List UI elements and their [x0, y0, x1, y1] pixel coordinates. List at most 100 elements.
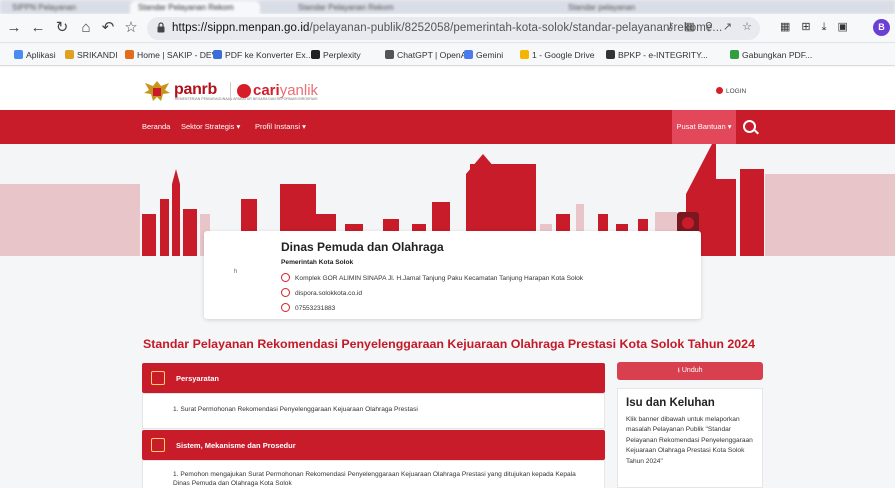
- home-icon[interactable]: ⌂: [76, 18, 96, 38]
- nav-beranda[interactable]: Beranda: [142, 122, 170, 131]
- address-row: Komplek GOR ALIMIN SINAPA Jl. H.Jamal Ta…: [281, 273, 583, 282]
- url-text: https://sippn.menpan.go.id/pelayanan-pub…: [172, 22, 722, 34]
- bookmark-favicon-icon: [14, 50, 23, 59]
- search-icon[interactable]: [743, 120, 756, 133]
- list-item: 1. Surat Permohonan Rekomendasi Penyelen…: [173, 406, 418, 413]
- nav-sektor-strategis[interactable]: Sektor Strategis ▾: [181, 122, 240, 131]
- main-nav: Beranda Sektor Strategis ▾ Profil Instan…: [0, 110, 895, 144]
- agency-name: Dinas Pemuda dan Olahraga: [281, 240, 444, 254]
- logo-yanlik: yanlik: [279, 82, 319, 99]
- logo-cari: cari: [253, 82, 280, 99]
- bookmark-favicon-icon: [730, 50, 739, 59]
- lock-icon: [157, 22, 165, 33]
- bookmarks-bar: Aplikasi SRIKANDI Home | SAKIP - DEV PDF ke…: [0, 44, 895, 66]
- issue-title: Isu dan Keluhan: [626, 397, 715, 409]
- tab-strip: SIPPN Pelayanan Standar Pelayanan Rekom …: [0, 0, 895, 14]
- bookmark-label: Perplexity: [323, 50, 361, 60]
- section-title: Sistem, Mekanisme dan Prosedur: [176, 441, 296, 450]
- extension-icon[interactable]: ▦: [780, 21, 790, 33]
- site-header: panrb KEMENTERIAN PENDAYAGUNAAN APARATUR…: [0, 67, 895, 110]
- bookmark-label: ChatGPT | OpenAI: [397, 50, 469, 60]
- profile-avatar[interactable]: B: [873, 19, 890, 36]
- address-bar[interactable]: https://sippn.menpan.go.id/pelayanan-pub…: [147, 17, 760, 40]
- bookmark-favicon-icon: [385, 50, 394, 59]
- url-host: https://sippn.menpan.go.id: [172, 22, 310, 34]
- bookmark-item[interactable]: PDF ke Konverter Ex...: [213, 50, 313, 60]
- garuda-logo-icon: [144, 81, 170, 101]
- bookmark-favicon-icon: [213, 50, 222, 59]
- nav-profil-instansi[interactable]: Profil Instansi ▾: [255, 122, 306, 131]
- agency-parent: Pemerintah Kota Solok: [281, 259, 354, 266]
- document-icon: [151, 371, 165, 385]
- bookmark-item[interactable]: SRIKANDI: [65, 50, 118, 60]
- cariyanlik-logo[interactable]: cariyanlik: [253, 82, 318, 99]
- bookmark-item[interactable]: 1 - Google Drive: [520, 50, 595, 60]
- issue-complaint-card: Isu dan Keluhan Klik banner dibawah untu…: [617, 388, 763, 488]
- sidepanel-icon[interactable]: ▣: [838, 21, 848, 33]
- bookmark-label: BPKP - e-INTEGRITY...: [618, 50, 708, 60]
- browser-tab[interactable]: Standar Pelayanan Rekom: [290, 1, 430, 14]
- phone-icon: [281, 303, 290, 312]
- flow-icon: [151, 438, 165, 452]
- bookmark-favicon-icon: [464, 50, 473, 59]
- bookmark-favicon-icon: [311, 50, 320, 59]
- bookmark-label: Home | SAKIP - DEV: [137, 50, 218, 60]
- browser-window: SIPPN Pelayanan Standar Pelayanan Rekom …: [0, 0, 895, 488]
- back-icon[interactable]: ←: [28, 18, 48, 38]
- globe-icon: [281, 288, 290, 297]
- cariyanlik-logo-icon: [237, 84, 251, 98]
- reload-icon[interactable]: ↻: [52, 18, 72, 38]
- undo-icon[interactable]: ↶: [98, 18, 118, 38]
- agency-profile-card: h Dinas Pemuda dan Olahraga Pemerintah K…: [204, 231, 701, 319]
- issue-description: Klik banner dibawah untuk melaporkan mas…: [626, 416, 753, 465]
- bookmark-item[interactable]: Perplexity: [311, 50, 361, 60]
- login-link[interactable]: LOGIN: [716, 87, 746, 95]
- key-icon[interactable]: ⚷: [666, 21, 674, 33]
- bookmark-label: PDF ke Konverter Ex...: [225, 50, 313, 60]
- location-pin-icon: [281, 273, 290, 282]
- bookmark-favicon-icon: [606, 50, 615, 59]
- bookmark-item[interactable]: Aplikasi: [14, 50, 56, 60]
- section-sistem-header[interactable]: Sistem, Mekanisme dan Prosedur: [142, 430, 605, 460]
- bookmark-item[interactable]: Gabungkan PDF...: [730, 50, 812, 60]
- crop-icon[interactable]: ⊞: [801, 21, 810, 33]
- section-persyaratan-body: 1. Surat Permohonan Rekomendasi Penyelen…: [142, 393, 605, 429]
- agency-logo: h: [234, 269, 238, 275]
- bookmark-label: SRIKANDI: [77, 50, 118, 60]
- download-icon[interactable]: ⤓: [822, 21, 827, 33]
- browser-tab-active[interactable]: Standar Pelayanan Rekom: [130, 1, 260, 14]
- browser-toolbar: → ← ↻ ⌂ ↶ ☆ https://sippn.menpan.go.id/p…: [0, 14, 895, 43]
- translate-icon[interactable]: ▦: [684, 21, 694, 33]
- bookmark-favicon-icon: [65, 50, 74, 59]
- bookmark-star-icon[interactable]: ☆: [121, 18, 141, 38]
- login-label: LOGIN: [726, 88, 747, 95]
- browser-tab[interactable]: Standar pelayanan: [560, 1, 700, 14]
- bookmark-item[interactable]: Gemini: [464, 50, 503, 60]
- header-divider: [230, 82, 231, 101]
- website-row[interactable]: dispora.solokkota.co.id: [281, 288, 362, 297]
- phone-row: 07553231883: [281, 303, 335, 312]
- bookmark-label: 1 - Google Drive: [532, 50, 595, 60]
- extensions: ▦ ⊞ ⤓ ▣: [780, 20, 859, 34]
- list-item: 1. Pemohon mengajukan Surat Permohonan R…: [173, 471, 576, 487]
- bookmark-item[interactable]: ChatGPT | OpenAI: [385, 50, 469, 60]
- bookmark-favicon-icon: [125, 50, 134, 59]
- section-persyaratan-header[interactable]: Persyaratan: [142, 363, 605, 393]
- zoom-icon[interactable]: ⚲: [705, 21, 713, 33]
- section-title: Persyaratan: [176, 374, 219, 383]
- website-link[interactable]: dispora.solokkota.co.id: [295, 290, 362, 297]
- bookmark-label: Gabungkan PDF...: [742, 50, 813, 60]
- help-center-menu[interactable]: Pusat Bantuan ▾: [672, 110, 736, 144]
- bookmark-label: Aplikasi: [26, 50, 56, 60]
- bookmark-item[interactable]: BPKP - e-INTEGRITY...: [606, 50, 708, 60]
- browser-tab[interactable]: SIPPN Pelayanan: [4, 1, 124, 14]
- page-title: Standar Pelayanan Rekomendasi Penyelengg…: [143, 337, 755, 351]
- section-sistem-body: 1. Pemohon mengajukan Surat Permohonan R…: [142, 460, 605, 488]
- forward-icon[interactable]: →: [4, 18, 24, 38]
- bookmark-favicon-icon: [520, 50, 529, 59]
- share-icon[interactable]: ↗: [723, 21, 732, 33]
- star-icon[interactable]: ☆: [742, 21, 752, 33]
- download-button[interactable]: ⭳ Unduh: [617, 362, 763, 380]
- bookmark-item[interactable]: Home | SAKIP - DEV: [125, 50, 217, 60]
- bookmark-label: Gemini: [476, 50, 504, 60]
